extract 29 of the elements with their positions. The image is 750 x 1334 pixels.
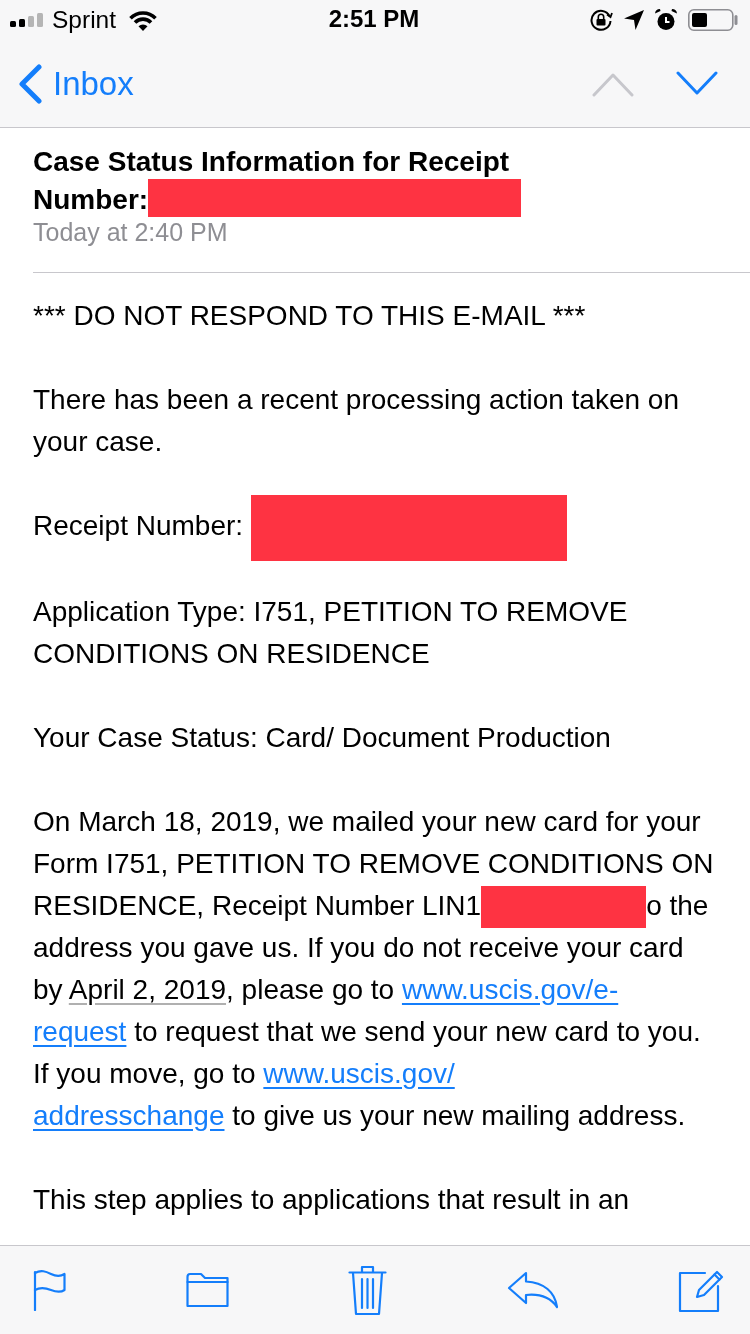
status-time: 2:51 PM xyxy=(328,4,420,32)
date-link[interactable]: April 2, 2019 xyxy=(68,973,227,1005)
wifi-icon xyxy=(128,9,158,31)
email-paragraph: Receipt Number: xyxy=(33,505,720,549)
email-paragraph: On March 18, 2019, we mailed your new card for your Form I751, PETITION TO REMOVE CONDITIONS ON RESIDENCE, Receipt Number LIN1 o the address you gave us. If you do not receive your card by April 2, 2019, please go to www.uscis.gov/e- request to request that we send your new card to you. If you move, go to www.uscis.gov/ addresschange to give us your new mailing address. xyxy=(33,804,715,1133)
chevron-left-icon xyxy=(18,63,43,104)
chevron-down-icon[interactable] xyxy=(676,70,718,97)
alarm-clock-icon xyxy=(655,9,677,31)
flag-icon[interactable] xyxy=(33,1269,66,1311)
web-link[interactable]: www.uscis.gov/ xyxy=(263,1057,455,1089)
web-link[interactable]: www.uscis.gov/e- xyxy=(401,973,619,1005)
folder-icon[interactable] xyxy=(185,1272,229,1308)
email-subject: Case Status Information for Receipt Number: xyxy=(33,145,553,217)
email-paragraph: *** DO NOT RESPOND TO THIS E-MAIL *** xyxy=(33,299,587,333)
email-paragraph: Your Case Status: Card/ Document Production xyxy=(33,720,612,755)
email-paragraph: There has been a recent processing action taken on your case. xyxy=(33,383,680,459)
rotation-lock-icon xyxy=(589,8,613,32)
email-paragraph: Application Type: I751, PETITION TO REMOVE CONDITIONS ON RESIDENCE xyxy=(33,594,629,671)
web-link[interactable]: request xyxy=(33,1015,127,1047)
reply-icon[interactable] xyxy=(506,1271,559,1309)
battery-icon xyxy=(688,9,738,31)
trash-icon[interactable] xyxy=(348,1264,387,1316)
signal-icon xyxy=(10,13,44,27)
carrier-name: Sprint xyxy=(52,7,116,33)
back-button[interactable]: Inbox xyxy=(18,63,134,104)
email-date: Today at 2:40 PM xyxy=(33,217,229,247)
web-link[interactable]: addresschange xyxy=(33,1099,225,1131)
email-paragraph: This step applies to applications that result in an xyxy=(33,1182,631,1217)
location-arrow-icon xyxy=(624,10,644,30)
